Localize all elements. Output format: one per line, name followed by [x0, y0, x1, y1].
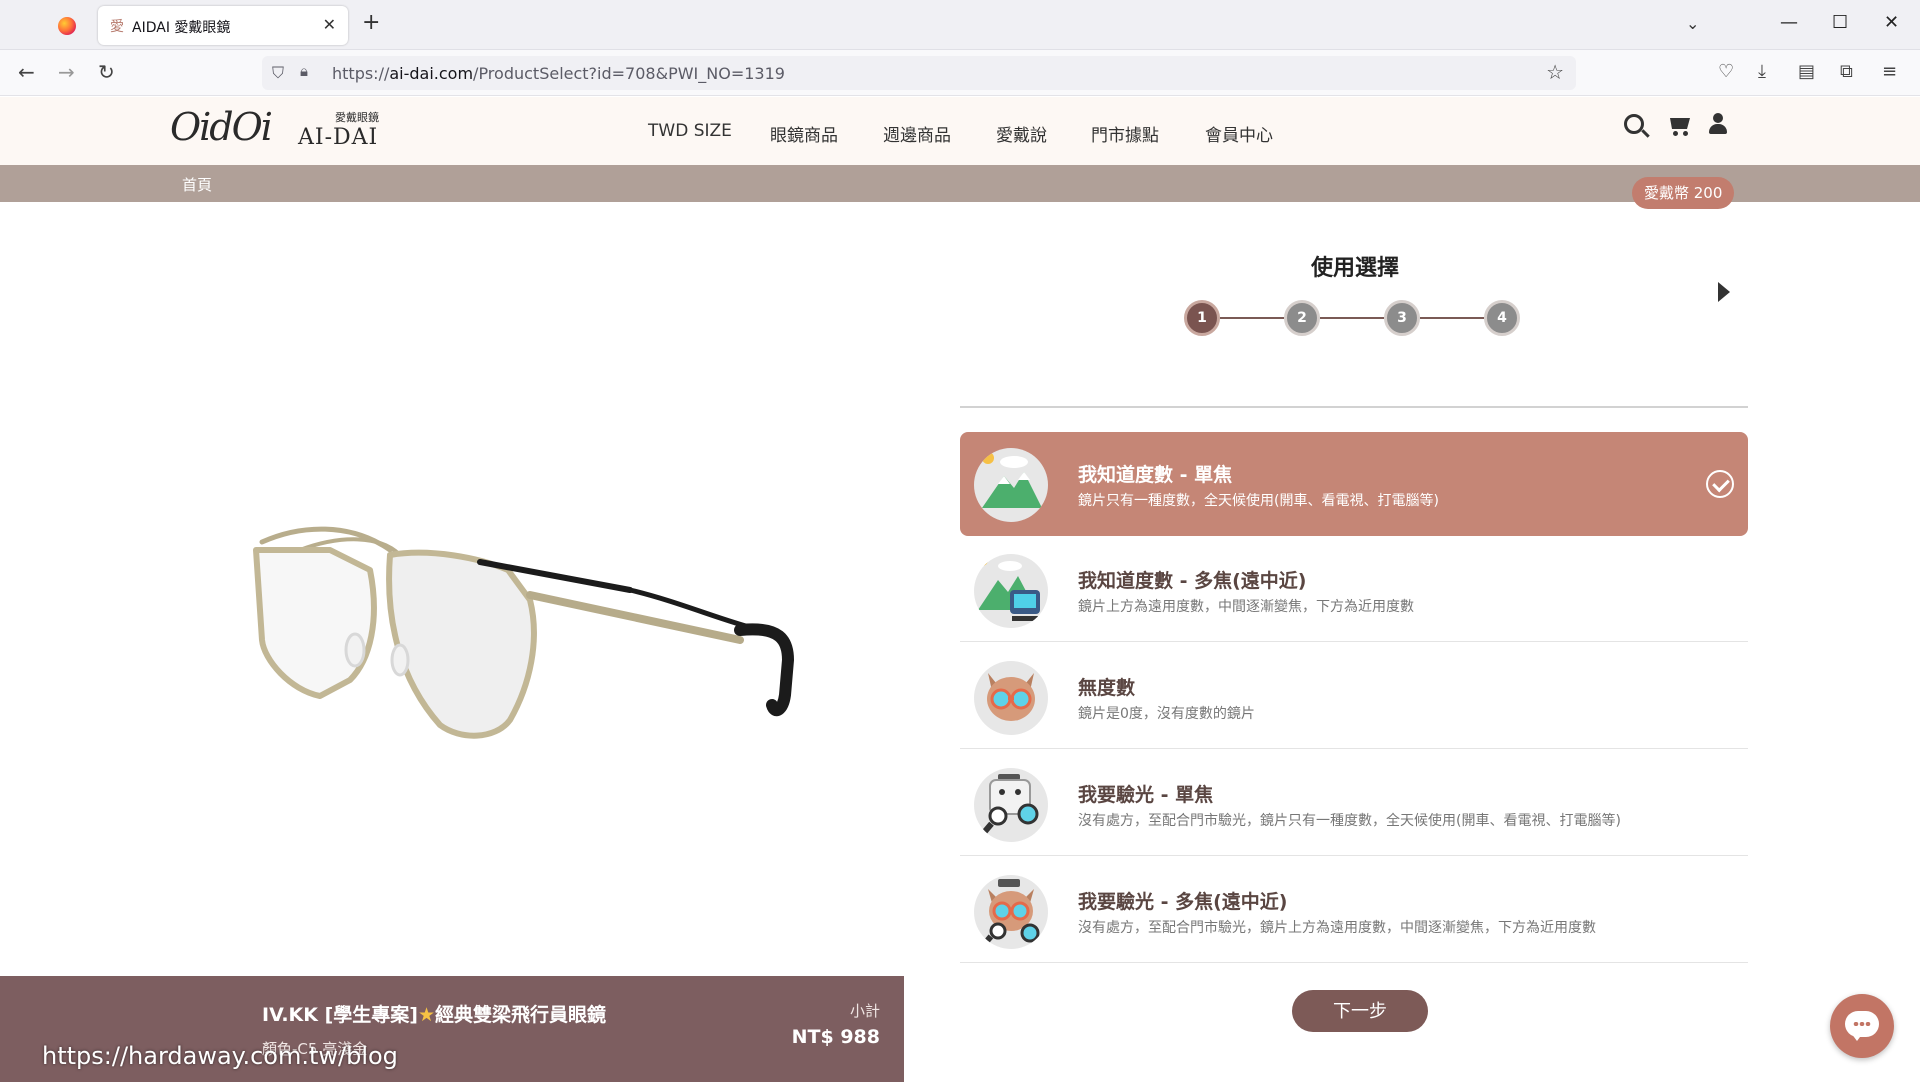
url-bar[interactable]: ⛉ 🔒︎ https://ai-dai.com/ProductSelect?id…	[262, 56, 1576, 90]
user-icon[interactable]	[1708, 113, 1728, 135]
mountain-icon	[974, 448, 1048, 522]
next-step-arrow-icon[interactable]	[1718, 282, 1730, 302]
logo-cn: 愛戴眼鏡	[335, 111, 379, 124]
product-glasses-image	[253, 526, 794, 739]
product-name: IV.KK [學生專案]★經典雙梁飛行員眼鏡	[262, 1004, 607, 1026]
subtotal-label: 小計	[849, 1002, 880, 1020]
favicon-icon: 愛	[110, 19, 124, 35]
glasses-face-icon	[974, 661, 1048, 735]
tab-title: AIDAI 愛戴眼鏡	[132, 20, 231, 36]
url-text[interactable]: https://ai-dai.com/ProductSelect?id=708&…	[332, 64, 785, 83]
next-step-button[interactable]: 下一步	[1292, 990, 1428, 1032]
search-icon[interactable]	[1624, 114, 1644, 134]
forward-icon[interactable]: →	[58, 61, 75, 83]
chat-icon	[1845, 1011, 1879, 1041]
panel-divider	[960, 406, 1748, 408]
back-icon[interactable]: ←	[18, 61, 35, 83]
browser-tab-bar: 愛 AIDAI 愛戴眼鏡 ✕ + ⌄ — ☐ ✕	[0, 0, 1920, 50]
close-window-icon[interactable]: ✕	[1884, 12, 1899, 33]
site-header: OidOi 愛戴眼鏡 AI-DAI TWD SIZE 眼鏡商品 週邊商品 愛戴說…	[0, 97, 1920, 165]
eye-exam-glasses-icon	[974, 875, 1048, 949]
option-exam-single[interactable]: 我要驗光 - 單焦 沒有處方，至配合門市驗光，鏡片只有一種度數，全天候使用(開車…	[960, 752, 1748, 856]
step-connector	[1220, 317, 1284, 319]
star-icon: ★	[417, 1004, 436, 1026]
option-desc: 沒有處方，至配合門市驗光，鏡片上方為遠用度數，中間逐漸變焦，下方為近用度數	[1078, 920, 1596, 936]
sidebar-icon[interactable]: ▤	[1798, 61, 1815, 82]
option-exam-multifocal[interactable]: 我要驗光 - 多焦(遠中近) 沒有處方，至配合門市驗光，鏡片上方為遠用度數，中間…	[960, 859, 1748, 963]
step-4[interactable]: 4	[1484, 300, 1520, 336]
logo-en: AI-DAI	[298, 125, 379, 150]
nav-eyewear[interactable]: 眼鏡商品	[770, 121, 838, 146]
product-price: NT$ 988	[791, 1026, 880, 1048]
eye-exam-icon	[974, 768, 1048, 842]
check-icon	[1706, 470, 1734, 498]
coin-badge[interactable]: 愛戴幣 200	[1632, 177, 1735, 209]
breadcrumb-home[interactable]: 首頁	[182, 174, 212, 195]
shield-icon[interactable]: ⛉	[272, 63, 284, 83]
option-title: 無度數	[1078, 677, 1136, 699]
nav-member[interactable]: 會員中心	[1205, 121, 1273, 146]
pocket-icon[interactable]: ♡	[1718, 61, 1734, 82]
option-known-single[interactable]: 我知道度數 - 單焦 鏡片只有一種度數，全天候使用(開車、看電視、打電腦等)	[960, 432, 1748, 536]
close-tab-icon[interactable]: ✕	[323, 15, 336, 34]
browser-tab[interactable]: 愛 AIDAI 愛戴眼鏡 ✕	[98, 6, 348, 45]
step-2[interactable]: 2	[1284, 300, 1320, 336]
option-desc: 鏡片上方為遠用度數，中間逐漸變焦，下方為近用度數	[1078, 599, 1414, 615]
nav-blog[interactable]: 愛戴說	[996, 121, 1047, 146]
breadcrumb: 首頁 愛戴幣 200	[0, 165, 1920, 209]
option-title: 我知道度數 - 多焦(遠中近)	[1078, 570, 1307, 592]
browser-nav-bar: ← → ↻ ⛉ 🔒︎ https://ai-dai.com/ProductSel…	[0, 50, 1920, 96]
cart-icon[interactable]	[1666, 116, 1690, 136]
option-title: 我要驗光 - 多焦(遠中近)	[1078, 891, 1288, 913]
lock-icon[interactable]: 🔒︎	[300, 62, 308, 80]
reload-icon[interactable]: ↻	[98, 61, 115, 83]
maximize-icon[interactable]: ☐	[1832, 12, 1848, 33]
option-no-prescription[interactable]: 無度數 鏡片是0度，沒有度數的鏡片	[960, 645, 1748, 749]
menu-icon[interactable]: ≡	[1882, 61, 1897, 82]
download-icon[interactable]: ⤓	[1758, 61, 1766, 82]
site-logo[interactable]: OidOi 愛戴眼鏡 AI-DAI	[170, 105, 390, 157]
bookmark-star-icon[interactable]: ☆	[1546, 60, 1564, 84]
minimize-icon[interactable]: —	[1780, 12, 1798, 33]
option-desc: 沒有處方，至配合門市驗光，鏡片只有一種度數，全天候使用(開車、看電視、打電腦等)	[1078, 813, 1621, 829]
firefox-icon[interactable]	[58, 17, 76, 35]
nav-twd-size[interactable]: TWD SIZE	[648, 121, 732, 141]
watermark: https://hardaway.com.tw/blog	[42, 1042, 398, 1070]
step-connector	[1420, 317, 1484, 319]
option-known-multifocal[interactable]: 我知道度數 - 多焦(遠中近) 鏡片上方為遠用度數，中間逐漸變焦，下方為近用度數	[960, 538, 1748, 642]
extensions-icon[interactable]: ⧉	[1840, 61, 1853, 82]
nav-accessories[interactable]: 週邊商品	[883, 121, 951, 146]
option-desc: 鏡片只有一種度數，全天候使用(開車、看電視、打電腦等)	[1078, 493, 1439, 509]
mountain-computer-icon	[974, 554, 1048, 628]
option-desc: 鏡片是0度，沒有度數的鏡片	[1078, 706, 1255, 722]
chat-button[interactable]	[1830, 994, 1894, 1058]
step-connector	[1320, 317, 1384, 319]
tab-list-chevron-icon[interactable]: ⌄	[1686, 14, 1699, 33]
option-title: 我知道度數 - 單焦	[1078, 464, 1233, 486]
stepper: 1 2 3 4	[1184, 298, 1524, 338]
new-tab-icon[interactable]: +	[362, 12, 380, 34]
step-3[interactable]: 3	[1384, 300, 1420, 336]
step-1[interactable]: 1	[1184, 300, 1220, 336]
option-title: 我要驗光 - 單焦	[1078, 784, 1214, 806]
nav-stores[interactable]: 門市據點	[1091, 121, 1159, 146]
logo-script: OidOi	[170, 105, 273, 149]
panel-title: 使用選擇	[1310, 256, 1399, 281]
